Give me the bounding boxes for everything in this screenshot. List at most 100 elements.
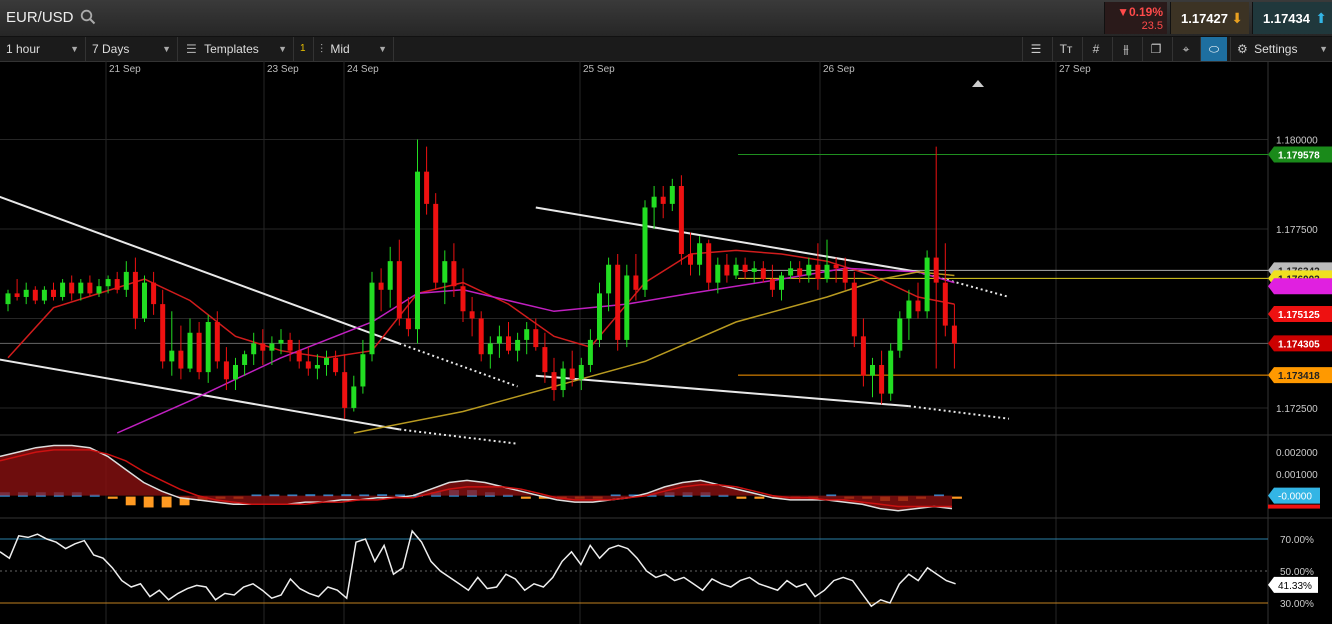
candle-body (496, 336, 502, 344)
candle-body (178, 350, 184, 369)
candle-body (633, 275, 639, 290)
macd-histogram-bar (107, 496, 118, 499)
candle-body (451, 261, 457, 287)
settings-menu[interactable]: ⚙ Settings ▼ (1230, 37, 1332, 61)
candle-body (524, 329, 530, 340)
candle-body (824, 264, 830, 280)
chevron-down-icon: ▼ (1319, 44, 1328, 54)
candle-body (415, 171, 420, 330)
settings-label: Settings (1254, 42, 1298, 56)
price-mode-select[interactable]: ⫶ Mid ▼ (314, 37, 394, 61)
candle-body (41, 289, 47, 301)
candle-body (733, 264, 739, 276)
candle-body (260, 343, 266, 351)
macd-histogram-bar (520, 496, 531, 499)
chevron-down-icon: ▼ (278, 44, 287, 54)
candle-body (951, 325, 957, 344)
candle-body (469, 311, 475, 319)
crosshair-icon[interactable]: ⌖ (1172, 37, 1199, 61)
candle-body (669, 185, 675, 204)
candle-body (769, 279, 775, 290)
windows-icon[interactable]: ❐ (1142, 37, 1169, 61)
price-icon[interactable]: ☰ (1022, 37, 1049, 61)
price-level-label: 1.174305 (1278, 339, 1320, 350)
candles (5, 139, 957, 419)
candle-body (578, 364, 584, 380)
buy-price-button[interactable]: 1.17434 ⬆ (1252, 2, 1332, 34)
trendline (0, 195, 400, 345)
symbol-label[interactable]: EUR/USD (6, 9, 74, 26)
macd-histogram-bar (754, 496, 765, 499)
price-icon: ⫶ (320, 42, 324, 56)
x-tick-label: 24 Sep (347, 64, 379, 75)
candle-body (587, 339, 593, 365)
interval-select[interactable]: 1 hour ▼ (0, 37, 86, 61)
ask-price: 1.17434 (1263, 11, 1310, 26)
candle-body (442, 261, 448, 283)
macd-value-label: -0.0000 (1278, 492, 1312, 503)
candle-body (105, 279, 111, 287)
templates-menu[interactable]: ☰ Templates ▼ (178, 37, 294, 61)
candle-body (597, 293, 602, 340)
change-percent: ▼0.19% (1117, 5, 1163, 19)
text-icon[interactable]: Tт (1052, 37, 1079, 61)
macd-signal-line (0, 449, 952, 508)
x-tick-label: 26 Sep (823, 64, 855, 75)
candle-body (187, 332, 193, 369)
templates-label: Templates (204, 42, 259, 56)
candle-body (142, 282, 147, 319)
candle-body (933, 257, 939, 283)
rsi-level-label: 50.00% (1280, 567, 1314, 578)
candle-body (806, 264, 812, 276)
candle-body (251, 343, 257, 355)
candle-body (478, 318, 484, 355)
candle-body (78, 282, 84, 294)
candle-body (23, 289, 29, 297)
price-chart[interactable]: 21 Sep 23 Sep 24 Sep 25 Sep 26 Sep 27 Sep 1.1… (0, 61, 1332, 624)
gear-icon: ⚙ (1237, 42, 1248, 56)
rsi-panel: 70.00% 50.00% 30.00% 41.33% (0, 529, 1318, 610)
tag-icon[interactable]: ⬭ (1200, 37, 1227, 61)
candle-body (506, 336, 511, 351)
candle-body (860, 336, 866, 376)
x-axis: 21 Sep 23 Sep 24 Sep 25 Sep 26 Sep 27 Sep (109, 64, 1091, 87)
chevron-down-icon: ▼ (70, 44, 79, 54)
macd-tick-label: 0.002000 (1276, 448, 1318, 459)
candle-body (169, 350, 175, 362)
grid-icon[interactable]: # (1082, 37, 1109, 61)
rsi-level-label: 70.00% (1280, 535, 1314, 546)
candle-body (242, 354, 248, 365)
candle-body (678, 185, 684, 254)
search-icon[interactable] (80, 9, 96, 30)
candle-body (114, 279, 120, 290)
candle-body (897, 318, 903, 351)
templates-icon: ☰ (186, 42, 197, 56)
candle-body (706, 243, 712, 283)
candle-body (205, 322, 211, 373)
candle-body (269, 343, 275, 351)
range-select[interactable]: 7 Days ▼ (86, 37, 178, 61)
chevron-down-icon: ▼ (162, 44, 171, 54)
candle-body (287, 339, 293, 351)
candle-body (314, 364, 320, 369)
candle-body (742, 264, 748, 272)
candle-body (369, 282, 375, 355)
candle-body (660, 196, 666, 204)
candle-body (96, 286, 102, 294)
trendline-extension (399, 428, 518, 445)
macd-histogram-bar (161, 496, 172, 508)
macd-line (0, 444, 953, 512)
chart-toolbar: 1 hour ▼ 7 Days ▼ ☰ Templates ▼ 1 ⫶ Mid ▼ ☰ … (0, 37, 1332, 62)
candle-body (879, 364, 885, 394)
range-value: 7 Days (92, 42, 130, 56)
candle-body (342, 372, 348, 408)
x-tick-label: 23 Sep (267, 64, 299, 75)
rsi-value-label: 41.33% (1278, 581, 1312, 592)
candle-body (606, 264, 612, 294)
candle-body (515, 339, 521, 351)
sell-price-button[interactable]: 1.17427 ⬇ (1170, 2, 1249, 34)
candles-icon[interactable]: ⫵ (1112, 37, 1139, 61)
macd-tick-label: 0.001000 (1276, 470, 1318, 481)
macd-panel: 0.002000 0.001000 -0.0000 (0, 444, 1320, 512)
candle-body (842, 268, 848, 283)
